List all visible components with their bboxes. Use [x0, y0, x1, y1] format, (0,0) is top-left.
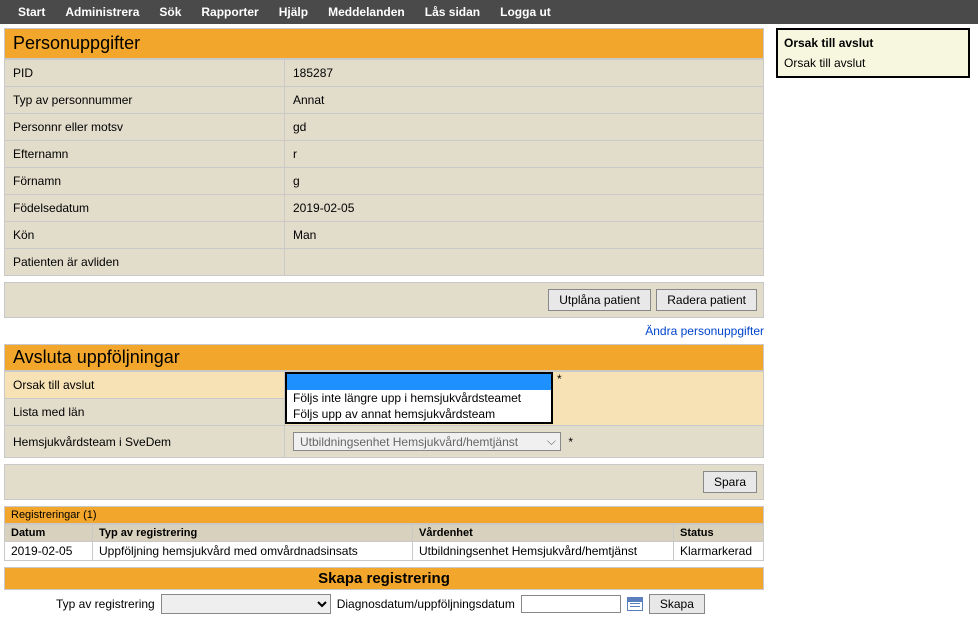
reason-option-1[interactable]: Följs inte längre upp i hemsjukvårdsteam…	[287, 390, 551, 406]
create-date-label: Diagnosdatum/uppföljningsdatum	[337, 597, 515, 611]
reason-option-blank[interactable]	[287, 374, 551, 390]
create-type-label: Typ av registrering	[56, 597, 155, 611]
col-type: Typ av registrering	[93, 525, 413, 542]
gender-value: Man	[285, 222, 764, 249]
pid-label: PID	[5, 60, 285, 87]
close-header: Avsluta uppföljningar	[4, 344, 764, 371]
row-status: Klarmarkerad	[674, 542, 764, 561]
reg-table: Datum Typ av registrering Vårdenhet Stat…	[4, 524, 764, 561]
reason-dropdown[interactable]: Följs inte längre upp i hemsjukvårdsteam…	[285, 372, 553, 424]
col-unit: Vårdenhet	[413, 525, 674, 542]
create-type-select[interactable]	[161, 594, 331, 614]
pnr-value: gd	[285, 114, 764, 141]
nav-admin[interactable]: Administrera	[55, 5, 149, 19]
col-date: Datum	[5, 525, 93, 542]
calendar-icon[interactable]	[627, 597, 643, 611]
nav-help[interactable]: Hjälp	[269, 5, 318, 19]
row-unit: Utbildningsenhet Hemsjukvård/hemtjänst	[413, 542, 674, 561]
nav-search[interactable]: Sök	[149, 5, 191, 19]
reason-cell: Följs inte längre upp i hemsjukvårdsteam…	[285, 372, 764, 426]
chevron-down-icon: ⌵	[547, 434, 556, 449]
reason-option-2[interactable]: Följs upp av annat hemsjukvårdsteam	[287, 406, 551, 422]
reason-label: Orsak till avslut	[5, 372, 285, 399]
save-button[interactable]: Spara	[703, 471, 757, 493]
firstname-label: Förnamn	[5, 168, 285, 195]
birth-label: Födelsedatum	[5, 195, 285, 222]
row-type: Uppföljning hemsjukvård med omvårdnadsin…	[93, 542, 413, 561]
delete-patient-button[interactable]: Utplåna patient	[548, 289, 651, 311]
col-status: Status	[674, 525, 764, 542]
lastname-label: Efternamn	[5, 141, 285, 168]
side-info-text: Orsak till avslut	[784, 56, 962, 70]
reg-count-header: Registreringar (1)	[4, 506, 764, 524]
pid-value: 185287	[285, 60, 764, 87]
type-label: Typ av personnummer	[5, 87, 285, 114]
county-label: Lista med län	[5, 399, 285, 426]
table-row[interactable]: 2019-02-05 Uppföljning hemsjukvård med o…	[5, 542, 764, 561]
firstname-value: g	[285, 168, 764, 195]
required-mark: *	[557, 372, 562, 386]
team-cell: Utbildningsenhet Hemsjukvård/hemtjänst ⌵…	[285, 426, 764, 458]
required-mark-2: *	[568, 435, 573, 449]
gender-label: Kön	[5, 222, 285, 249]
nav-messages[interactable]: Meddelanden	[318, 5, 415, 19]
deceased-label: Patienten är avliden	[5, 249, 285, 276]
side-info-box: Orsak till avslut Orsak till avslut	[776, 28, 970, 78]
birth-value: 2019-02-05	[285, 195, 764, 222]
create-header: Skapa registrering	[4, 567, 764, 590]
remove-patient-button[interactable]: Radera patient	[656, 289, 757, 311]
nav-reports[interactable]: Rapporter	[191, 5, 268, 19]
lastname-value: r	[285, 141, 764, 168]
edit-person-link[interactable]: Ändra personuppgifter	[645, 324, 764, 338]
team-select-value: Utbildningsenhet Hemsjukvård/hemtjänst	[300, 435, 518, 449]
person-buttons: Utplåna patient Radera patient	[4, 282, 764, 318]
create-button[interactable]: Skapa	[649, 594, 705, 614]
person-table: PID185287 Typ av personnummerAnnat Perso…	[4, 59, 764, 276]
team-select[interactable]: Utbildningsenhet Hemsjukvård/hemtjänst ⌵	[293, 432, 561, 451]
close-table: Orsak till avslut Följs inte längre upp …	[4, 371, 764, 458]
deceased-value	[285, 249, 764, 276]
side-info-header: Orsak till avslut	[784, 36, 962, 50]
top-nav: Start Administrera Sök Rapporter Hjälp M…	[0, 0, 978, 24]
row-date: 2019-02-05	[5, 542, 93, 561]
create-row: Typ av registrering Diagnosdatum/uppfölj…	[4, 590, 764, 618]
nav-start[interactable]: Start	[8, 5, 55, 19]
nav-lock[interactable]: Lås sidan	[415, 5, 490, 19]
create-date-input[interactable]	[521, 595, 621, 613]
person-header: Personuppgifter	[4, 28, 764, 59]
close-buttons: Spara	[4, 464, 764, 500]
nav-logout[interactable]: Logga ut	[490, 5, 561, 19]
team-label: Hemsjukvårdsteam i SveDem	[5, 426, 285, 458]
type-value: Annat	[285, 87, 764, 114]
pnr-label: Personnr eller motsv	[5, 114, 285, 141]
